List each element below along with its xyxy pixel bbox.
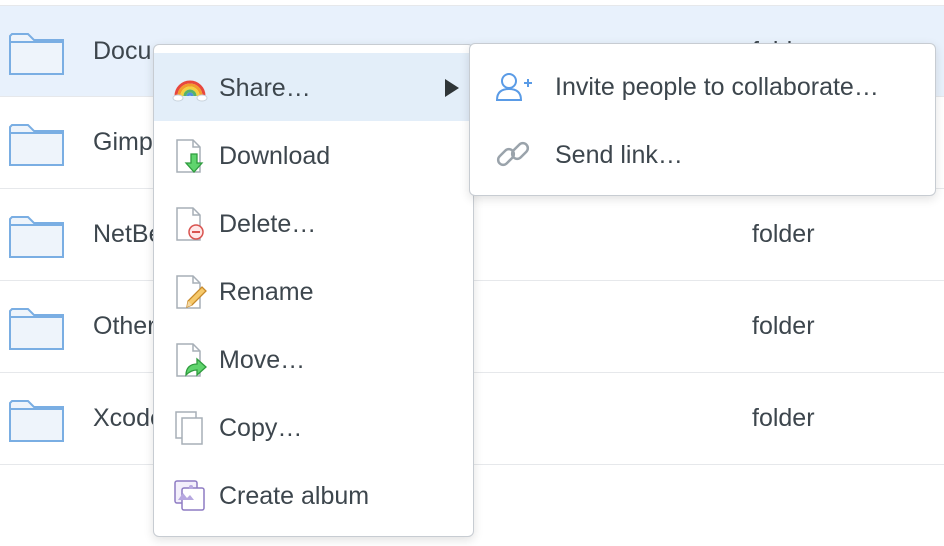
menu-item-label: Share…	[219, 74, 311, 102]
menu-item-label: Move…	[219, 346, 306, 374]
share-submenu: Invite people to collaborate… Send link…	[469, 43, 936, 196]
folder-icon	[9, 124, 64, 166]
menu-item-create-album[interactable]: Create album	[154, 461, 473, 529]
menu-item-share[interactable]: Share…	[154, 53, 473, 121]
submenu-item-send-link[interactable]: Send link…	[470, 120, 935, 188]
menu-item-label: Copy…	[219, 414, 303, 442]
file-name: Gimp	[93, 128, 153, 156]
file-name: NetBeans	[93, 220, 153, 248]
file-name: Other	[93, 312, 153, 340]
file-kind: folder	[752, 404, 815, 432]
folder-icon	[9, 400, 64, 442]
file-kind: folder	[752, 220, 815, 248]
move-icon	[176, 343, 207, 377]
menu-item-download[interactable]: Download	[154, 121, 473, 189]
menu-item-move[interactable]: Move…	[154, 325, 473, 393]
menu-item-rename[interactable]: Rename	[154, 257, 473, 325]
menu-item-label: Download	[219, 142, 331, 170]
rename-icon	[176, 275, 207, 309]
rainbow-icon	[172, 80, 208, 102]
submenu-arrow-icon	[445, 79, 459, 97]
menu-item-copy[interactable]: Copy…	[154, 393, 473, 461]
submenu-item-label: Invite people to collaborate…	[555, 73, 879, 101]
file-kind: folder	[752, 312, 815, 340]
menu-item-label: Rename	[219, 278, 314, 306]
folder-icon	[9, 308, 64, 350]
submenu-item-label: Send link…	[555, 141, 683, 169]
menu-item-label: Create album	[219, 482, 370, 510]
delete-icon	[176, 207, 204, 241]
file-name: Documents	[93, 37, 153, 65]
menu-item-delete[interactable]: Delete…	[154, 189, 473, 257]
download-icon	[176, 139, 204, 173]
file-browser: Documents folder Gimp NetBeans folder	[0, 0, 944, 546]
file-name: Xcode	[93, 404, 153, 432]
submenu-item-invite[interactable]: Invite people to collaborate…	[470, 52, 935, 120]
copy-icon	[175, 411, 203, 445]
context-menu: Share… Download Delete… Rename Move… Cop…	[153, 44, 474, 537]
folder-icon	[9, 216, 64, 258]
menu-item-label: Delete…	[219, 210, 317, 238]
add-person-icon	[495, 73, 532, 101]
folder-icon	[9, 33, 64, 75]
album-icon	[174, 480, 205, 511]
link-icon	[496, 141, 530, 167]
